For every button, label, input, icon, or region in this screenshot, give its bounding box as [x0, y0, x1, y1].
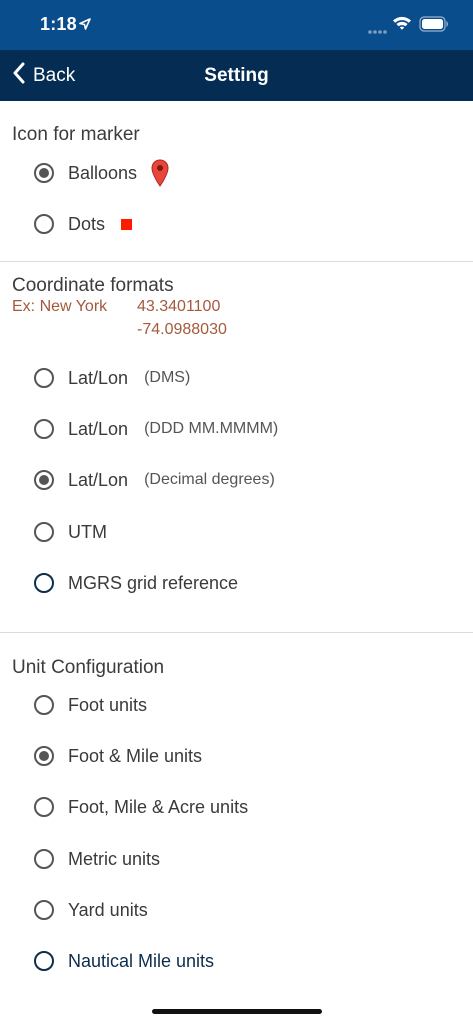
- coordinate-section-title: Coordinate formats: [12, 275, 174, 296]
- option-label: Lat/Lon: [68, 367, 129, 388]
- option-dots[interactable]: Dots: [34, 204, 133, 244]
- status-bar: 1:18: [0, 0, 473, 50]
- radio-button[interactable]: [34, 849, 54, 869]
- radio-selected-dot: [39, 751, 49, 761]
- radio-selected-dot: [39, 475, 49, 485]
- option-label: Balloons: [68, 162, 138, 183]
- unit-section-title: Unit Configuration: [12, 657, 165, 678]
- option-foot-mile-units[interactable]: Foot & Mile units: [34, 736, 202, 776]
- option-label: Foot, Mile & Acre units: [68, 796, 249, 817]
- radio-button[interactable]: [34, 419, 54, 439]
- back-label: Back: [33, 64, 76, 86]
- option-label: Yard units: [68, 899, 148, 920]
- option-metric-units[interactable]: Metric units: [34, 839, 160, 879]
- radio-button[interactable]: [34, 573, 54, 593]
- balloon-marker-icon: [151, 159, 169, 187]
- radio-button[interactable]: [34, 900, 54, 920]
- navigation-bar: Back Setting: [0, 50, 473, 101]
- option-utm[interactable]: UTM: [34, 512, 107, 552]
- radio-button[interactable]: [34, 163, 54, 183]
- radio-button[interactable]: [34, 522, 54, 542]
- status-time: 1:18: [40, 14, 77, 34]
- radio-button[interactable]: [34, 214, 54, 234]
- option-latlon-dms[interactable]: Lat/Lon (DMS): [34, 358, 190, 398]
- option-label: Nautical Mile units: [68, 950, 215, 971]
- option-sublabel: (Decimal degrees): [144, 471, 275, 488]
- option-balloons[interactable]: Balloons: [34, 153, 169, 193]
- radio-button[interactable]: [34, 695, 54, 715]
- option-label: Metric units: [68, 848, 161, 869]
- radio-button[interactable]: [34, 951, 54, 971]
- option-sublabel: (DMS): [144, 369, 191, 386]
- section-divider: [0, 261, 473, 262]
- option-label: Lat/Lon: [68, 469, 129, 490]
- option-label: MGRS grid reference: [68, 572, 239, 593]
- option-label: UTM: [68, 521, 107, 542]
- option-latlon-decimal[interactable]: Lat/Lon (Decimal degrees): [34, 460, 275, 500]
- example-latitude: 43.3401100: [137, 298, 221, 315]
- option-nautical-mile-units[interactable]: Nautical Mile units: [34, 941, 214, 981]
- option-yard-units[interactable]: Yard units: [34, 890, 148, 930]
- cellular-signal-icon: [368, 22, 388, 40]
- option-label: Foot & Mile units: [68, 745, 203, 766]
- option-label: Foot units: [68, 694, 148, 715]
- option-sublabel: (DDD MM.MMMM): [144, 420, 279, 437]
- wifi-icon: [392, 15, 412, 36]
- radio-button[interactable]: [34, 470, 54, 490]
- radio-button[interactable]: [34, 368, 54, 388]
- dot-marker-icon: [121, 218, 133, 230]
- radio-selected-dot: [39, 168, 49, 178]
- marker-section-title: Icon for marker: [12, 124, 140, 145]
- option-mgrs[interactable]: MGRS grid reference: [34, 563, 238, 603]
- option-foot-mile-acre-units[interactable]: Foot, Mile & Acre units: [34, 787, 248, 827]
- radio-button[interactable]: [34, 797, 54, 817]
- example-label: Ex: New York: [12, 298, 108, 315]
- option-foot-units[interactable]: Foot units: [34, 685, 147, 725]
- back-button[interactable]: Back: [12, 50, 75, 101]
- battery-icon: [419, 16, 449, 37]
- section-divider: [0, 632, 473, 633]
- home-indicator: [152, 1009, 322, 1014]
- option-label: Dots: [68, 213, 106, 234]
- example-longitude: -74.0988030: [137, 321, 227, 338]
- option-latlon-ddd-mm[interactable]: Lat/Lon (DDD MM.MMMM): [34, 409, 278, 449]
- chevron-left-icon: [12, 62, 26, 89]
- radio-button[interactable]: [34, 746, 54, 766]
- location-arrow-icon: [79, 17, 91, 35]
- option-label: Lat/Lon: [68, 418, 129, 439]
